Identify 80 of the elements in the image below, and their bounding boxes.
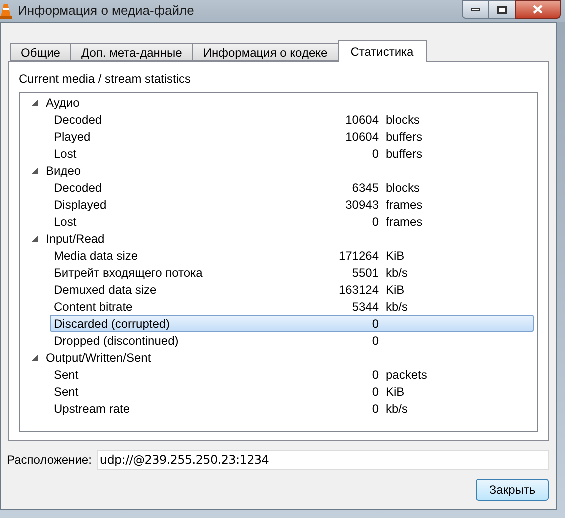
- stat-name: Lost: [54, 146, 78, 162]
- stat-name: Decoded: [54, 180, 104, 196]
- stat-name: Upstream rate: [54, 400, 132, 418]
- group-label: Видео: [46, 162, 82, 180]
- stat-row[interactable]: Decoded 10604 blocks: [50, 111, 534, 128]
- stat-value: 6345: [352, 180, 379, 196]
- stat-row[interactable]: Sent 0 KiB: [50, 383, 534, 400]
- stat-name: Sent: [54, 366, 80, 384]
- stat-value: 0: [372, 146, 379, 162]
- stat-name: Media data size: [54, 248, 140, 264]
- stat-value: 10604: [346, 128, 379, 146]
- stat-value: 5344: [352, 298, 379, 316]
- location-field[interactable]: udp://@239.255.250.23:1234: [96, 450, 549, 470]
- stat-unit: frames: [386, 196, 423, 214]
- stat-unit: blocks: [386, 112, 420, 128]
- stat-row[interactable]: Dropped (discontinued) 0: [50, 332, 534, 349]
- stat-row[interactable]: Lost 0 buffers: [50, 145, 534, 162]
- stat-row[interactable]: Sent 0 packets: [50, 366, 534, 383]
- group-label: Input/Read: [46, 230, 105, 248]
- group-label: Output/Written/Sent: [46, 350, 152, 366]
- group-label: Аудио: [46, 94, 80, 112]
- maximize-button[interactable]: [489, 0, 515, 19]
- expand-icon[interactable]: [32, 168, 38, 174]
- panel-title: Current media / stream statistics: [19, 71, 192, 88]
- close-dialog-button[interactable]: Закрыть: [476, 479, 549, 501]
- stat-row[interactable]: Битрейт входящего потока 5501 kb/s: [50, 264, 534, 281]
- stat-name: Lost: [54, 214, 78, 230]
- stat-row[interactable]: Demuxed data size 163124 KiB: [50, 281, 534, 298]
- expand-icon[interactable]: [32, 236, 38, 242]
- stat-unit: blocks: [386, 180, 420, 196]
- close-icon: [533, 5, 543, 14]
- tab[interactable]: Информация о кодеке: [192, 43, 339, 61]
- window-title: Информация о медиа-файле: [18, 2, 194, 20]
- stat-name: Played: [54, 128, 92, 146]
- stat-name: Demuxed data size: [54, 282, 158, 298]
- stat-value: 5501: [352, 264, 379, 282]
- stat-value: 0: [372, 400, 379, 418]
- stat-unit: kb/s: [386, 298, 408, 316]
- stat-value: 10604: [346, 112, 379, 128]
- stat-value: 0: [372, 332, 379, 350]
- stat-unit: kb/s: [386, 400, 408, 418]
- stat-row[interactable]: Decoded 6345 blocks: [50, 179, 534, 196]
- stat-value: 30943: [346, 196, 379, 214]
- stat-unit: buffers: [386, 128, 422, 146]
- tab[interactable]: Доп. мета-данные: [70, 43, 194, 61]
- stat-row[interactable]: Lost 0 frames: [50, 213, 534, 230]
- stat-value: 163124: [338, 282, 379, 298]
- stat-row[interactable]: Media data size 171264 KiB: [50, 247, 534, 264]
- stat-name: Sent: [54, 384, 80, 400]
- minimize-button[interactable]: [462, 0, 489, 19]
- stat-row[interactable]: Displayed 30943 frames: [50, 196, 534, 213]
- stat-name: Битрейт входящего потока: [54, 264, 204, 282]
- stat-unit: KiB: [386, 248, 405, 264]
- stat-name: Displayed: [54, 196, 108, 214]
- stat-unit: KiB: [386, 384, 405, 400]
- tab[interactable]: Общие: [10, 43, 72, 61]
- stat-unit: packets: [386, 366, 428, 384]
- stat-name: Content bitrate: [54, 298, 134, 316]
- location-label: Расположение:: [7, 452, 92, 469]
- stat-value: 0: [372, 384, 379, 400]
- close-button[interactable]: [515, 0, 561, 19]
- stat-row[interactable]: Upstream rate 0 kb/s: [50, 400, 534, 417]
- stat-unit: buffers: [386, 146, 422, 162]
- stat-name: Decoded: [54, 112, 104, 128]
- stat-row[interactable]: Discarded (corrupted) 0: [50, 315, 534, 332]
- traffic-cone-icon: [0, 3, 12, 19]
- stat-row[interactable]: Played 10604 buffers: [50, 128, 534, 145]
- stat-unit: frames: [386, 214, 423, 230]
- stat-row[interactable]: Content bitrate 5344 kb/s: [50, 298, 534, 315]
- stat-value: 0: [372, 214, 379, 230]
- stat-name: Discarded (corrupted): [54, 316, 172, 332]
- stat-unit: KiB: [386, 282, 405, 298]
- stat-value: 0: [372, 316, 379, 332]
- stat-unit: kb/s: [386, 264, 408, 282]
- stat-name: Dropped (discontinued): [54, 332, 180, 350]
- tab[interactable]: Статистика: [338, 40, 427, 62]
- stat-value: 0: [372, 366, 379, 384]
- expand-icon[interactable]: [32, 100, 38, 106]
- stat-value: 171264: [338, 248, 379, 264]
- expand-icon[interactable]: [32, 354, 38, 360]
